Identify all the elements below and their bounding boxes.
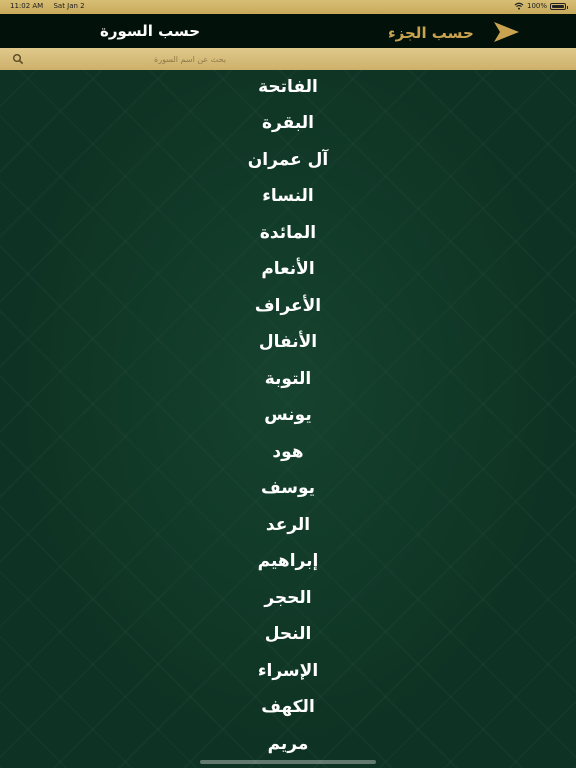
search-input[interactable] — [26, 51, 226, 67]
surah-item[interactable]: الأعراف — [188, 291, 388, 321]
status-left: 11:02 AM Sat Jan 2 — [10, 2, 93, 10]
search-bar — [0, 48, 576, 70]
search-icon — [13, 54, 24, 65]
forward-arrow-icon[interactable] — [492, 21, 520, 43]
header-bar: حسب السورة حسب الجزء — [0, 14, 576, 48]
home-indicator[interactable] — [200, 760, 376, 764]
battery-fill — [552, 4, 564, 8]
tab-by-surah[interactable]: حسب السورة — [100, 22, 200, 40]
battery-icon — [550, 2, 568, 10]
surah-item[interactable]: الرعد — [188, 510, 388, 540]
wifi-icon — [514, 2, 524, 10]
surah-item[interactable]: الكهف — [188, 692, 388, 722]
surah-item[interactable]: مريم — [188, 729, 388, 759]
surah-item[interactable]: الحجر — [188, 583, 388, 613]
surah-item[interactable]: يونس — [188, 400, 388, 430]
surah-item[interactable]: إبراهيم — [188, 546, 388, 576]
surah-item[interactable]: هود — [188, 437, 388, 467]
surah-item[interactable]: الفاتحة — [188, 72, 388, 102]
status-bar: 11:02 AM Sat Jan 2 100% — [0, 0, 576, 14]
status-time: 11:02 AM — [10, 2, 44, 10]
surah-item[interactable]: آل عمران — [188, 145, 388, 175]
surah-item[interactable]: الأنفال — [188, 327, 388, 357]
surah-item[interactable]: الإسراء — [188, 656, 388, 686]
surah-item[interactable]: التوبة — [188, 364, 388, 394]
surah-item[interactable]: الأنعام — [188, 254, 388, 284]
surah-item[interactable]: المائدة — [188, 218, 388, 248]
surah-item[interactable]: النساء — [188, 181, 388, 211]
status-right: 100% — [514, 2, 568, 10]
battery-percent: 100% — [526, 2, 547, 10]
surah-list: الفاتحة البقرة آل عمران النساء المائدة ا… — [0, 70, 576, 768]
surah-item[interactable]: البقرة — [188, 108, 388, 138]
surah-item[interactable]: يوسف — [188, 473, 388, 503]
status-date: Sat Jan 2 — [53, 2, 85, 10]
surah-item[interactable]: النحل — [188, 619, 388, 649]
tab-by-juz[interactable]: حسب الجزء — [388, 24, 474, 42]
